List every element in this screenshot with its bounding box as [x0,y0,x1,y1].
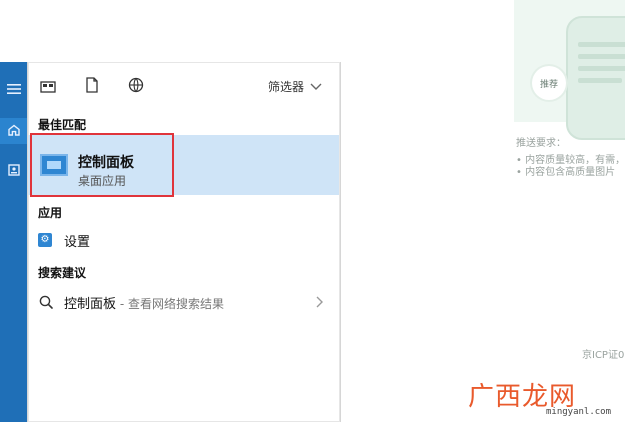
phone-line [578,66,625,71]
search-suggestion-text: 控制面板 - 查看网络搜索结果 [64,293,224,312]
start-menu-top-bar: 筛选器 [28,62,340,108]
search-suggestion-query: 控制面板 [64,296,117,312]
best-match-result[interactable] [28,135,339,195]
id-card-icon [7,162,21,181]
phone-line [578,54,625,59]
hamburger-icon [6,80,21,99]
chevron-right-icon [314,296,326,308]
filter-label: 筛选器 [267,80,304,94]
filter-dropdown[interactable]: 筛选器 [268,78,322,95]
phone-illustration [566,16,625,140]
app-item-label: 设置 [64,234,91,250]
web-filter-button[interactable] [126,77,146,97]
icp-footer-text: 京ICP证0 [582,350,625,361]
phone-line [578,78,622,83]
control-panel-icon [40,154,68,176]
best-match-subtitle: 桌面应用 [78,174,127,188]
search-icon [38,294,54,310]
push-requirements-title: 推送要求： [516,138,566,149]
recommend-bubble: 推荐 [532,66,566,100]
push-requirement-bullet: • 内容包含高质量图片 [516,167,616,178]
gear-icon: ⚙ [38,233,52,247]
documents-filter-button[interactable] [82,77,102,97]
hamburger-menu-button[interactable] [0,76,27,102]
background-illustration: 推荐 [514,0,625,140]
globe-icon [128,77,144,97]
apps-header: 应用 [38,206,63,220]
phone-line [578,42,625,47]
search-suggestion-item[interactable]: 控制面板 - 查看网络搜索结果 [28,288,340,316]
search-suggestions-header: 搜索建议 [38,266,87,280]
home-button[interactable] [0,118,27,144]
app-item-settings[interactable]: ⚙ 设置 [28,226,340,254]
home-icon [7,122,21,141]
chevron-down-icon [310,80,322,94]
watermark-url: mingyanl.com [546,407,612,417]
apps-filter-button[interactable] [38,77,58,97]
best-match-title: 控制面板 [78,155,134,171]
best-match-header: 最佳匹配 [38,118,87,132]
search-suggestion-suffix: - 查看网络搜索结果 [116,296,224,311]
start-menu-panel: 筛选器 最佳匹配 控制面板 桌面应用 应用 ⚙ 设置 搜索建议 控制面板 - 查… [27,62,341,422]
recommend-bubble-text: 推荐 [539,79,558,90]
documents-button[interactable] [0,158,27,184]
apps-grid-icon [40,78,56,97]
document-icon [85,77,99,97]
start-menu-left-rail [0,62,27,422]
